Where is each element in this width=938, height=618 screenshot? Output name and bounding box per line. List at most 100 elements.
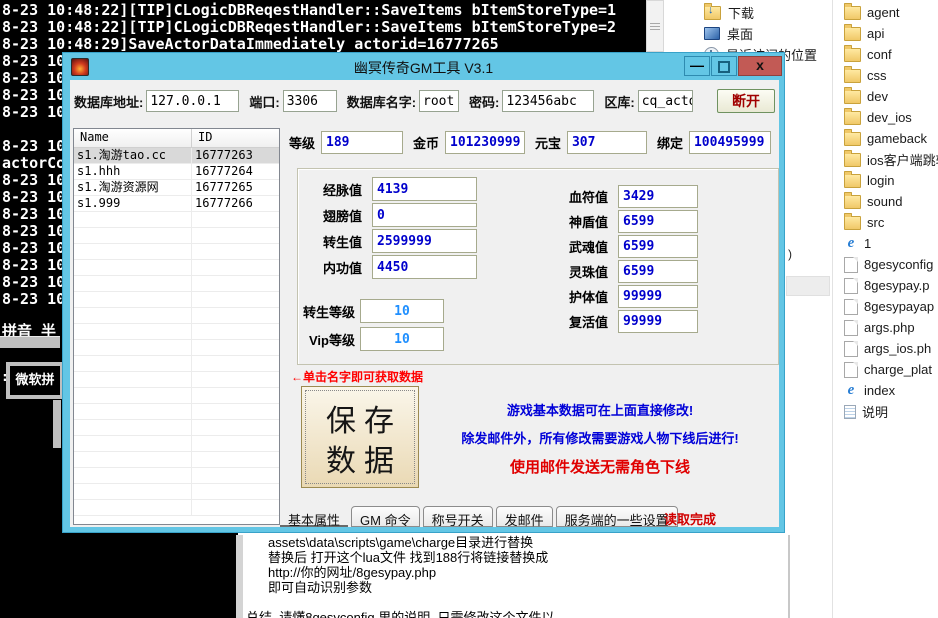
table-row	[74, 260, 279, 276]
tree-item[interactable]: api	[844, 23, 938, 44]
favorite-item[interactable]: 桌面	[704, 23, 817, 44]
tab-GM 命令[interactable]: GM 命令	[351, 506, 420, 527]
meridian-row: 经脉值 4139	[303, 177, 477, 201]
bloodrune-label: 血符值	[538, 187, 608, 206]
db-name-input[interactable]: root	[419, 90, 459, 112]
lingzhu-input[interactable]: 6599	[618, 260, 698, 283]
player-id-cell	[192, 212, 279, 227]
notepad-document[interactable]: assets\data\scripts\game\charge目录进行替换替换后…	[236, 535, 790, 618]
tree-item[interactable]: login	[844, 170, 938, 191]
rebirth-label: 转生值	[303, 232, 362, 251]
column-header-name[interactable]: Name	[74, 129, 192, 147]
rebirth-level-input[interactable]: 10	[360, 299, 444, 323]
tree-item[interactable]: args.php	[844, 317, 938, 338]
tree-item[interactable]: 8gesyconfig	[844, 254, 938, 275]
console-log-line: 8-23 10:48:22][TIP]CLogicDBReqestHandler…	[2, 2, 646, 19]
meridian-input[interactable]: 4139	[372, 177, 477, 201]
tree-item[interactable]: 说明	[844, 401, 938, 422]
tree-item[interactable]: eindex	[844, 380, 938, 401]
tree-item[interactable]: ios客户端跳转	[844, 149, 938, 170]
tree-item[interactable]: 8gesypayap	[844, 296, 938, 317]
tree-item[interactable]: css	[844, 65, 938, 86]
tree-item[interactable]: 8gesypay.p	[844, 275, 938, 296]
db-address-input[interactable]: 127.0.0.1	[146, 90, 239, 112]
huti-input[interactable]: 99999	[618, 285, 698, 308]
tree-item[interactable]: conf	[844, 44, 938, 65]
gm-tool-window: 幽冥传奇GM工具 V3.1 — x 数据库地址:127.0.0.1端口:3306…	[62, 52, 785, 533]
tab-发邮件[interactable]: 发邮件	[496, 506, 553, 527]
rebirth-level-label: 转生等级	[303, 302, 355, 321]
disconnect-button[interactable]: 断开	[717, 89, 775, 113]
ime-strip	[53, 400, 61, 448]
meridian-label: 经脉值	[303, 180, 362, 199]
favorite-item[interactable]: 下载	[704, 2, 817, 23]
dialog-client-area: 数据库地址:127.0.0.1端口:3306数据库名字:root密码:12345…	[70, 80, 779, 527]
titlebar[interactable]: 幽冥传奇GM工具 V3.1 — x	[63, 53, 784, 80]
ime-toolbar[interactable]	[0, 336, 60, 348]
zone-db-input[interactable]: cq_actor1	[638, 90, 693, 112]
gold-input[interactable]: 101230999	[445, 131, 525, 154]
table-row[interactable]: s1.hhh16777264	[74, 164, 279, 180]
table-row[interactable]: s1.淘游资源网16777265	[74, 180, 279, 196]
tree-item[interactable]: dev	[844, 86, 938, 107]
minimize-button[interactable]: —	[684, 56, 710, 76]
column-header-id[interactable]: ID	[192, 129, 279, 147]
revive-label: 复活值	[538, 312, 608, 331]
password-input[interactable]: 123456abc	[502, 90, 594, 112]
vip-level-input[interactable]: 10	[360, 327, 444, 351]
player-name-cell	[74, 356, 192, 371]
tree-item-label: gameback	[867, 131, 927, 146]
tree-item-label: ios客户端跳转	[867, 150, 938, 169]
tree-item[interactable]: sound	[844, 191, 938, 212]
status-text: 读取完成	[664, 509, 716, 528]
folder-icon	[844, 195, 861, 209]
tree-item[interactable]: charge_plat	[844, 359, 938, 380]
table-row	[74, 372, 279, 388]
folder-icon	[844, 48, 861, 62]
revive-input[interactable]: 99999	[618, 310, 698, 333]
tree-item[interactable]: args_ios.ph	[844, 338, 938, 359]
player-name-cell	[74, 484, 192, 499]
folder-icon	[844, 216, 861, 230]
table-row[interactable]: s1.淘游tao.cc16777263	[74, 148, 279, 164]
player-id-cell	[192, 340, 279, 355]
wuhun-input[interactable]: 6599	[618, 235, 698, 258]
wing-input[interactable]: 0	[372, 203, 477, 227]
maximize-button[interactable]	[711, 56, 737, 76]
tab-称号开关[interactable]: 称号开关	[423, 506, 493, 527]
ie-icon: e	[844, 383, 858, 398]
tree-item[interactable]: agent	[844, 2, 938, 23]
ime-language-button[interactable]: 微软拼	[6, 362, 64, 399]
console-log-line: 8-23 10:	[2, 206, 62, 223]
player-id-cell	[192, 244, 279, 259]
tree-item-label: conf	[867, 47, 892, 62]
tab-基本属性[interactable]: 基本属性	[280, 506, 348, 527]
explorer-scrollbar[interactable]	[646, 0, 664, 52]
stats-top-row: 等级189金币101230999元宝307绑定100495999	[289, 130, 771, 154]
shield-input[interactable]: 6599	[618, 210, 698, 233]
folder-icon	[844, 27, 861, 41]
tree-item[interactable]: e1	[844, 233, 938, 254]
level-input[interactable]: 189	[321, 131, 403, 154]
player-name-cell	[74, 276, 192, 291]
yuanbao-input[interactable]: 307	[567, 131, 647, 154]
close-button[interactable]: x	[738, 56, 782, 76]
table-row[interactable]: s1.99916777266	[74, 196, 279, 212]
rebirth-input[interactable]: 2599999	[372, 229, 477, 253]
notepad-line: 替换后 打开这个lua文件 找到188行将链接替换成	[243, 550, 788, 565]
port-input[interactable]: 3306	[283, 90, 337, 112]
tree-item-label: sound	[867, 194, 902, 209]
player-name-cell	[74, 292, 192, 307]
console-bottom-area	[0, 533, 238, 618]
tab-服务端的一些设置[interactable]: 服务端的一些设置	[556, 506, 678, 527]
bound-input[interactable]: 100495999	[689, 131, 771, 154]
bloodrune-input[interactable]: 3429	[618, 185, 698, 208]
tree-item[interactable]: dev_ios	[844, 107, 938, 128]
stats-group-box: 经脉值4139翅膀值0转生值2599999内功值4450 转生等级10Vip等级…	[297, 168, 779, 365]
lingzhu-row: 灵珠值6599	[538, 260, 698, 283]
tree-item-label: args.php	[864, 320, 915, 335]
tree-item[interactable]: src	[844, 212, 938, 233]
player-list[interactable]: Name ID s1.淘游tao.cc16777263s1.hhh1677726…	[73, 128, 280, 525]
tree-item[interactable]: gameback	[844, 128, 938, 149]
neigong-input[interactable]: 4450	[372, 255, 477, 279]
